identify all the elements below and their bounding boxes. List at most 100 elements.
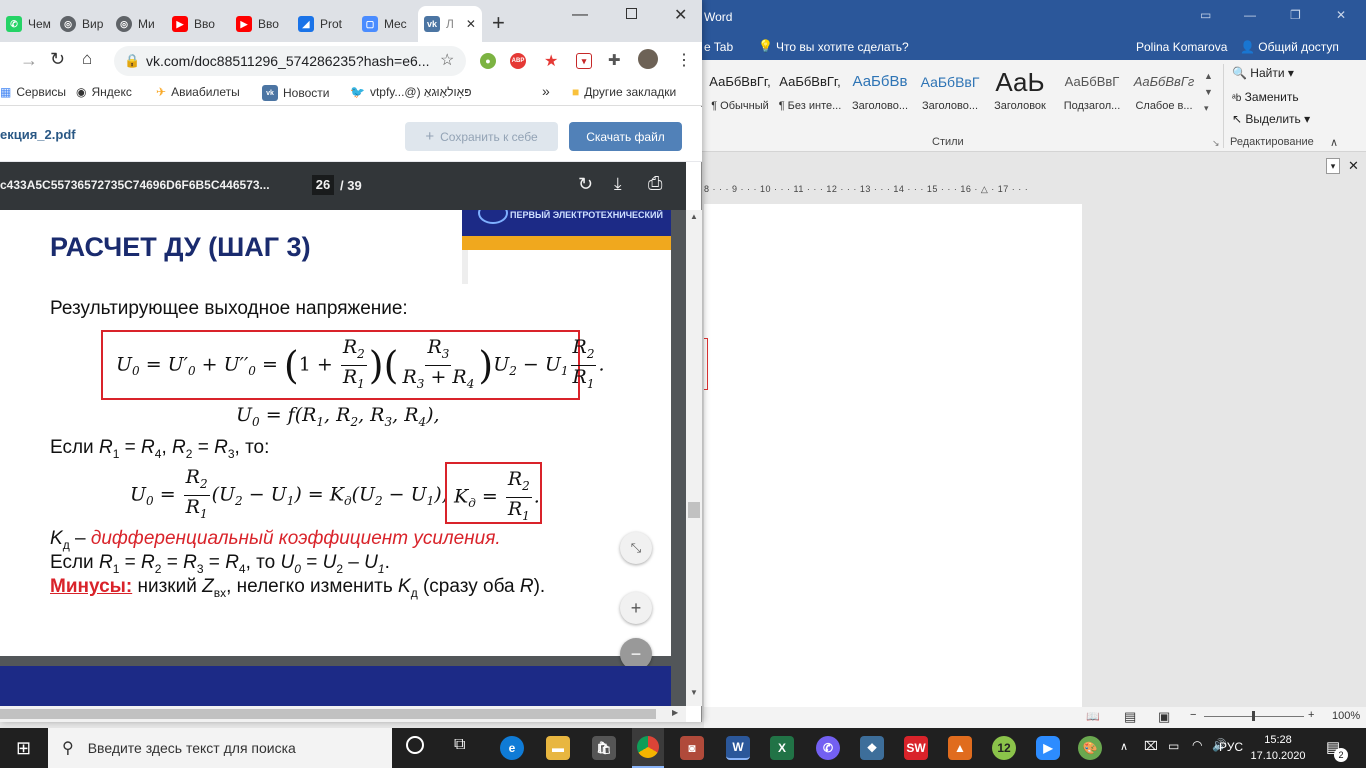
cortana-icon[interactable] — [406, 736, 424, 754]
find-button[interactable]: 🔍 Найти ▾ — [1232, 66, 1294, 80]
taskbar-search-box[interactable]: ⚲ Введите здесь текст для поиска — [48, 728, 392, 768]
extension-icon[interactable]: ● — [480, 53, 496, 69]
tray-network-icon[interactable]: ⌧ — [1144, 739, 1158, 753]
select-button[interactable]: ↖ Выделить ▾ — [1232, 112, 1310, 126]
close-window-icon[interactable]: ✕ — [674, 5, 687, 25]
tray-chevron-icon[interactable]: ∧ — [1120, 740, 1128, 753]
zoom-out-icon[interactable]: − — [1190, 709, 1196, 721]
fit-page-button[interactable]: ⤡ — [620, 532, 652, 564]
star-extension-icon[interactable]: ★ — [544, 51, 558, 71]
tray-battery-icon[interactable]: ▭ — [1168, 739, 1179, 753]
browser-tab[interactable]: ◎ Ми — [110, 6, 172, 42]
tell-me-search[interactable]: Что вы хотите сделать? — [776, 40, 909, 54]
hscroll-thumb[interactable] — [0, 709, 656, 719]
word-minimize-icon[interactable]: — — [1244, 8, 1256, 22]
style-heading1[interactable]: АаБбВв Заголово... — [844, 64, 916, 120]
other-bookmarks[interactable]: ■ Другие закладки — [572, 85, 676, 99]
edge-icon[interactable]: e — [500, 736, 524, 760]
tab-close-icon[interactable]: ✕ — [466, 17, 476, 31]
forward-icon[interactable]: → — [20, 50, 38, 71]
rotate-icon[interactable]: ↻ — [578, 174, 593, 195]
horizontal-scrollbar[interactable]: ▶ — [0, 706, 686, 722]
word-maximize-icon[interactable]: ❐ — [1290, 8, 1301, 22]
styles-scroll-icon[interactable]: ▲ ▼ ▾ — [1204, 68, 1213, 116]
excel-icon[interactable]: X — [770, 736, 794, 760]
bookmark-item[interactable]: vk Новости — [262, 85, 329, 101]
matlab-icon[interactable]: ▲ — [948, 736, 972, 760]
browser-tab[interactable]: ▶ Вво — [230, 6, 292, 42]
print-icon[interactable]: ⎙ — [648, 173, 662, 194]
adblock-icon[interactable]: ABP — [510, 53, 526, 69]
web-layout-icon[interactable]: ▣ — [1158, 709, 1170, 725]
page-number-input[interactable]: 26 — [312, 175, 334, 195]
menu-kebab-icon[interactable]: ⋮ — [676, 50, 692, 70]
tray-wifi-icon[interactable]: ◠ — [1192, 738, 1202, 752]
app-12-icon[interactable]: 12 — [992, 736, 1016, 760]
pane-close-icon[interactable]: ✕ — [1348, 158, 1359, 174]
pdf-viewer[interactable]: ПЕРВЫЙ ЭЛЕКТРОТЕХНИЧЕСКИЙ РАСЧЕТ ДУ (ШАГ… — [0, 210, 686, 706]
solidworks-icon[interactable]: SW — [904, 736, 928, 760]
bookmark-item[interactable]: ▦ Сервисы — [0, 85, 66, 99]
browser-tab-active[interactable]: vk Л ✕ — [418, 6, 482, 42]
task-view-icon[interactable]: ⧉ — [454, 736, 465, 754]
bookmark-item[interactable]: 🐦 vtpfy...@) פּאָולאָוּגאַ — [350, 85, 472, 99]
word-document-page[interactable] — [704, 204, 1082, 707]
store-icon[interactable]: 🛍 — [592, 736, 616, 760]
scroll-thumb[interactable] — [688, 502, 700, 518]
scroll-right-icon[interactable]: ▶ — [672, 708, 678, 717]
style-normal[interactable]: АаБбВвГг, ¶ Обычный — [704, 64, 776, 120]
new-tab-button[interactable]: + — [492, 10, 505, 36]
word-restore-ribbon-icon[interactable]: ▭ — [1200, 8, 1211, 22]
game-icon[interactable]: ❖ — [860, 736, 884, 760]
windows-start-icon[interactable]: ⊞ — [16, 738, 31, 759]
language-indicator[interactable]: РУС — [1219, 740, 1243, 754]
word-tab-fragment[interactable]: e Tab — [704, 40, 733, 54]
word-user-name[interactable]: Polina Komarova — [1136, 40, 1227, 54]
save-to-self-button[interactable]: + Сохранить к себе — [405, 122, 558, 151]
app-red-icon[interactable]: ◙ — [680, 736, 704, 760]
bookmark-item[interactable]: ✈ Авиабилеты — [156, 85, 240, 99]
styles-dialog-launcher-icon[interactable]: ↘ — [1212, 138, 1220, 149]
file-explorer-icon[interactable]: ▬ — [546, 736, 570, 760]
chrome-taskbar-icon[interactable] — [632, 728, 664, 768]
zoom-in-icon[interactable]: + — [1308, 709, 1314, 721]
style-heading2[interactable]: АаБбВвГ Заголово... — [914, 64, 986, 120]
bookmark-item[interactable]: ◉ Яндекс — [76, 85, 132, 99]
style-title[interactable]: АаЬ Заголовок — [984, 64, 1056, 120]
browser-tab[interactable]: ▢ Mec — [356, 6, 418, 42]
style-subtitle[interactable]: АаБбВвГ Подзагол... — [1056, 64, 1128, 120]
reload-icon[interactable]: ↻ — [50, 49, 65, 70]
avatar[interactable] — [638, 49, 658, 69]
puzzle-icon[interactable]: ✚ — [608, 51, 621, 69]
replace-button[interactable]: ᵃb Заменить — [1232, 90, 1299, 104]
share-button[interactable]: 👤 Общий доступ — [1240, 40, 1339, 54]
browser-tab[interactable]: ◢ Prot — [292, 6, 354, 42]
bookmark-star-icon[interactable]: ☆ — [440, 46, 454, 76]
scroll-up-icon[interactable]: ▲ — [690, 212, 698, 221]
print-layout-icon[interactable]: ▤ — [1124, 709, 1136, 725]
download-file-button[interactable]: Скачать файл — [569, 122, 682, 151]
word-taskbar-icon[interactable]: W — [726, 736, 750, 760]
zoom-in-button[interactable]: + — [620, 592, 652, 624]
browser-tab[interactable]: ✆ Чем — [0, 6, 62, 42]
zoom-icon[interactable]: ▶ — [1036, 736, 1060, 760]
maximize-icon[interactable] — [626, 8, 637, 19]
style-no-spacing[interactable]: АаБбВвГг, ¶ Без инте... — [774, 64, 846, 120]
address-bar[interactable]: 🔒 vk.com/doc88511296_574286235?hash=e6..… — [114, 46, 466, 76]
pane-dropdown-icon[interactable]: ▾ — [1326, 158, 1340, 174]
paint-icon[interactable]: 🎨 — [1078, 736, 1102, 760]
browser-tab[interactable]: ▶ Вво — [166, 6, 228, 42]
style-subtle-emphasis[interactable]: АаБбВвГг Слабое в... — [1128, 64, 1200, 120]
browser-tab[interactable]: ◎ Вир — [54, 6, 116, 42]
zoom-slider-thumb[interactable] — [1252, 711, 1255, 721]
download-icon[interactable]: ⤓ — [614, 174, 622, 194]
zoom-level[interactable]: 100% — [1332, 710, 1360, 722]
taskbar-clock[interactable]: 15:28 17.10.2020 — [1248, 732, 1308, 764]
minimize-icon[interactable]: — — [572, 6, 588, 24]
home-icon[interactable]: ⌂ — [82, 49, 92, 69]
read-mode-icon[interactable]: 📖 — [1086, 710, 1100, 723]
viber-icon[interactable]: ✆ — [816, 736, 840, 760]
save-extension-icon[interactable]: ▾ — [576, 53, 592, 69]
bookmarks-more-button[interactable]: » — [542, 83, 550, 99]
collapse-ribbon-icon[interactable]: ∧ — [1330, 136, 1338, 149]
